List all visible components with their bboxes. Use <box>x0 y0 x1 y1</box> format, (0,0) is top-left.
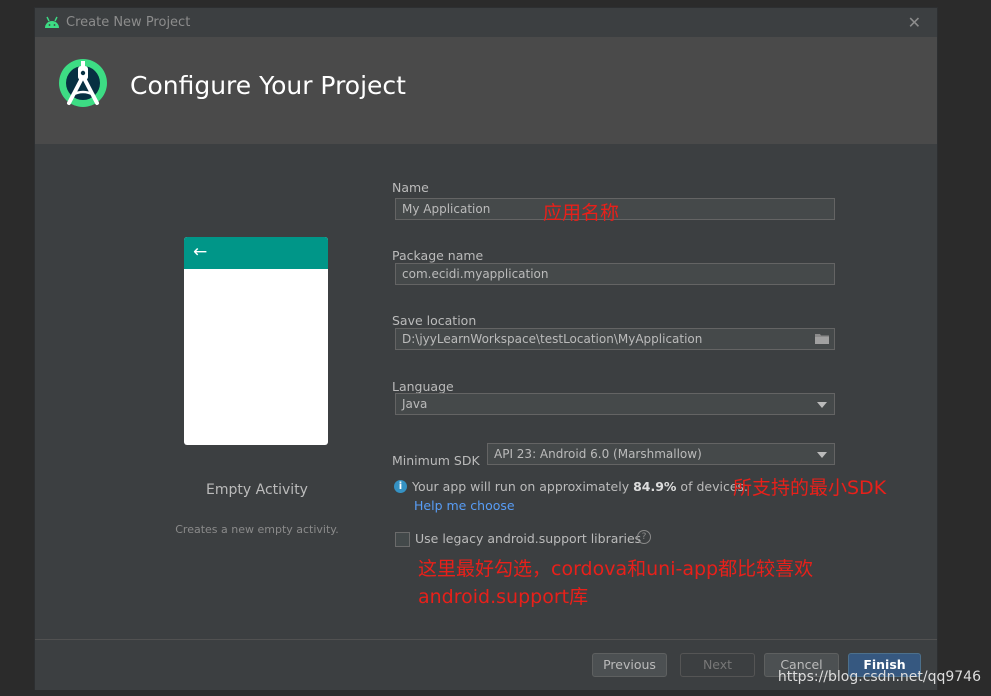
chevron-down-icon <box>817 402 827 408</box>
legacy-support-checkbox[interactable] <box>395 532 410 547</box>
create-project-dialog: Create New Project ✕ Configure Your Proj… <box>34 7 938 690</box>
activity-preview: ← <box>184 237 328 445</box>
annotation-legacy-line1: 这里最好勾选，cordova和uni-app都比较喜欢 <box>418 558 814 580</box>
min-sdk-label: Minimum SDK <box>392 453 480 468</box>
language-label: Language <box>392 379 454 394</box>
info-icon: i <box>394 480 407 493</box>
device-coverage-text: Your app will run on approximately 84.9%… <box>412 479 748 494</box>
window-title: Create New Project <box>66 15 191 30</box>
page-title: Configure Your Project <box>130 71 406 100</box>
package-label: Package name <box>392 248 484 263</box>
preview-toolbar: ← <box>184 237 328 269</box>
name-label: Name <box>392 180 429 195</box>
annotation-legacy-line2: android.support库 <box>418 586 589 608</box>
close-icon[interactable]: ✕ <box>908 13 921 32</box>
help-icon[interactable]: ? <box>637 530 651 544</box>
save-location-field[interactable]: D:\jyyLearnWorkspace\testLocation\MyAppl… <box>395 328 835 350</box>
min-sdk-select[interactable]: API 23: Android 6.0 (Marshmallow) <box>487 443 835 465</box>
content-area: ← Empty Activity Creates a new empty act… <box>35 144 937 639</box>
watermark: https://blog.csdn.net/qq9746 <box>777 669 981 685</box>
help-me-choose-link[interactable]: Help me choose <box>414 498 515 513</box>
legacy-support-label[interactable]: Use legacy android.support libraries <box>415 531 641 546</box>
template-description: Creates a new empty activity. <box>175 523 339 536</box>
next-button[interactable]: Next <box>680 653 755 677</box>
android-icon <box>45 16 59 28</box>
min-sdk-value: API 23: Android 6.0 (Marshmallow) <box>494 447 702 461</box>
annotation-app-name: 应用名称 <box>543 202 620 224</box>
chevron-down-icon <box>817 452 827 458</box>
save-location-label: Save location <box>392 313 477 328</box>
title-bar: Create New Project ✕ <box>35 8 937 37</box>
coverage-prefix: Your app will run on approximately <box>412 479 634 494</box>
coverage-percent: 84.9% <box>633 479 677 494</box>
package-field[interactable]: com.ecidi.myapplication <box>395 263 835 285</box>
save-location-value: D:\jyyLearnWorkspace\testLocation\MyAppl… <box>402 332 703 346</box>
android-studio-logo <box>59 59 107 107</box>
back-arrow-icon: ← <box>193 242 208 262</box>
annotation-min-sdk: 所支持的最小SDK <box>733 477 887 499</box>
language-value: Java <box>402 397 428 411</box>
template-name: Empty Activity <box>206 482 308 498</box>
folder-icon[interactable] <box>815 333 829 344</box>
previous-button[interactable]: Previous <box>592 653 667 677</box>
header-banner: Configure Your Project <box>35 37 937 144</box>
language-select[interactable]: Java <box>395 393 835 415</box>
